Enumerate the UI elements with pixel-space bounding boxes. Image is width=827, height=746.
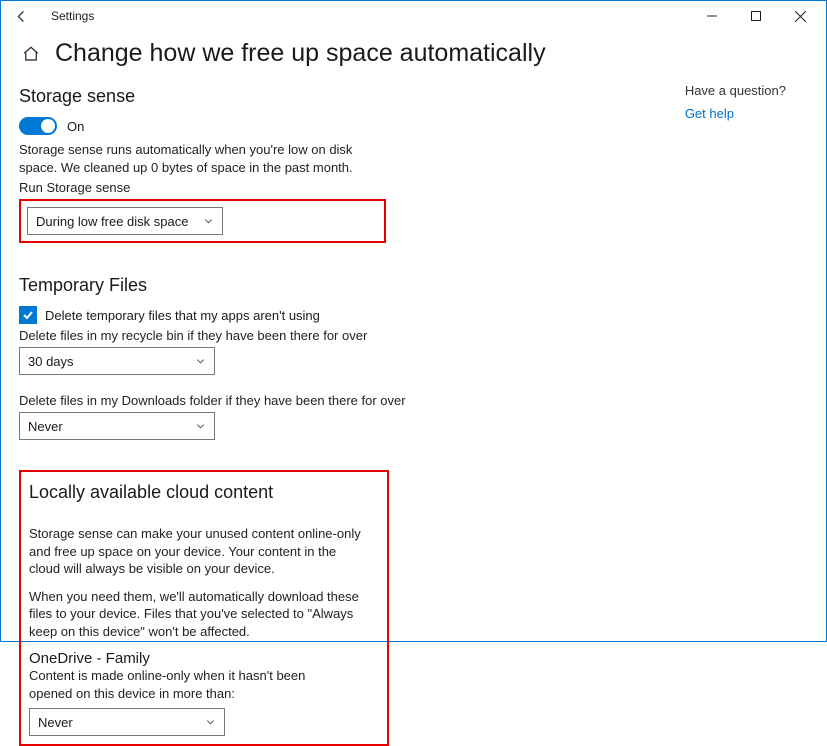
window-controls <box>690 1 822 31</box>
storage-sense-heading: Storage sense <box>19 86 659 107</box>
onedrive-heading: OneDrive - Family <box>29 650 379 667</box>
downloads-value: Never <box>28 419 63 434</box>
back-button[interactable] <box>9 9 33 24</box>
run-storage-sense-dropdown[interactable]: During low free disk space <box>27 207 223 235</box>
cloud-desc-1: Storage sense can make your unused conte… <box>29 525 369 578</box>
cloud-desc-2: When you need them, we'll automatically … <box>29 588 369 641</box>
onedrive-desc: Content is made online-only when it hasn… <box>29 667 339 702</box>
onedrive-dropdown[interactable]: Never <box>29 708 225 736</box>
run-storage-sense-value: During low free disk space <box>36 214 188 229</box>
recycle-bin-value: 30 days <box>28 354 74 369</box>
page-title: Change how we free up space automaticall… <box>55 39 546 68</box>
maximize-button[interactable] <box>734 1 778 31</box>
help-question-label: Have a question? <box>685 83 786 98</box>
get-help-link[interactable]: Get help <box>685 106 786 121</box>
page-header: Change how we free up space automaticall… <box>1 31 826 78</box>
storage-sense-toggle-label: On <box>67 119 84 134</box>
storage-sense-toggle[interactable] <box>19 117 57 135</box>
recycle-bin-dropdown[interactable]: 30 days <box>19 347 215 375</box>
delete-temp-label: Delete temporary files that my apps aren… <box>45 308 320 323</box>
chevron-down-icon <box>195 356 206 367</box>
titlebar: Settings <box>1 1 826 31</box>
storage-sense-desc: Storage sense runs automatically when yo… <box>19 141 379 176</box>
chevron-down-icon <box>195 421 206 432</box>
cloud-heading: Locally available cloud content <box>29 482 379 503</box>
help-pane: Have a question? Get help <box>685 83 786 121</box>
delete-temp-checkbox[interactable] <box>19 306 37 324</box>
chevron-down-icon <box>205 717 216 728</box>
minimize-button[interactable] <box>690 1 734 31</box>
close-button[interactable] <box>778 1 822 31</box>
window-title: Settings <box>51 9 94 23</box>
recycle-bin-label: Delete files in my recycle bin if they h… <box>19 328 659 343</box>
run-storage-sense-label: Run Storage sense <box>19 180 659 195</box>
home-icon[interactable] <box>21 44 41 64</box>
downloads-label: Delete files in my Downloads folder if t… <box>19 393 659 408</box>
temp-files-heading: Temporary Files <box>19 275 659 296</box>
downloads-dropdown[interactable]: Never <box>19 412 215 440</box>
chevron-down-icon <box>203 216 214 227</box>
onedrive-value: Never <box>38 715 73 730</box>
